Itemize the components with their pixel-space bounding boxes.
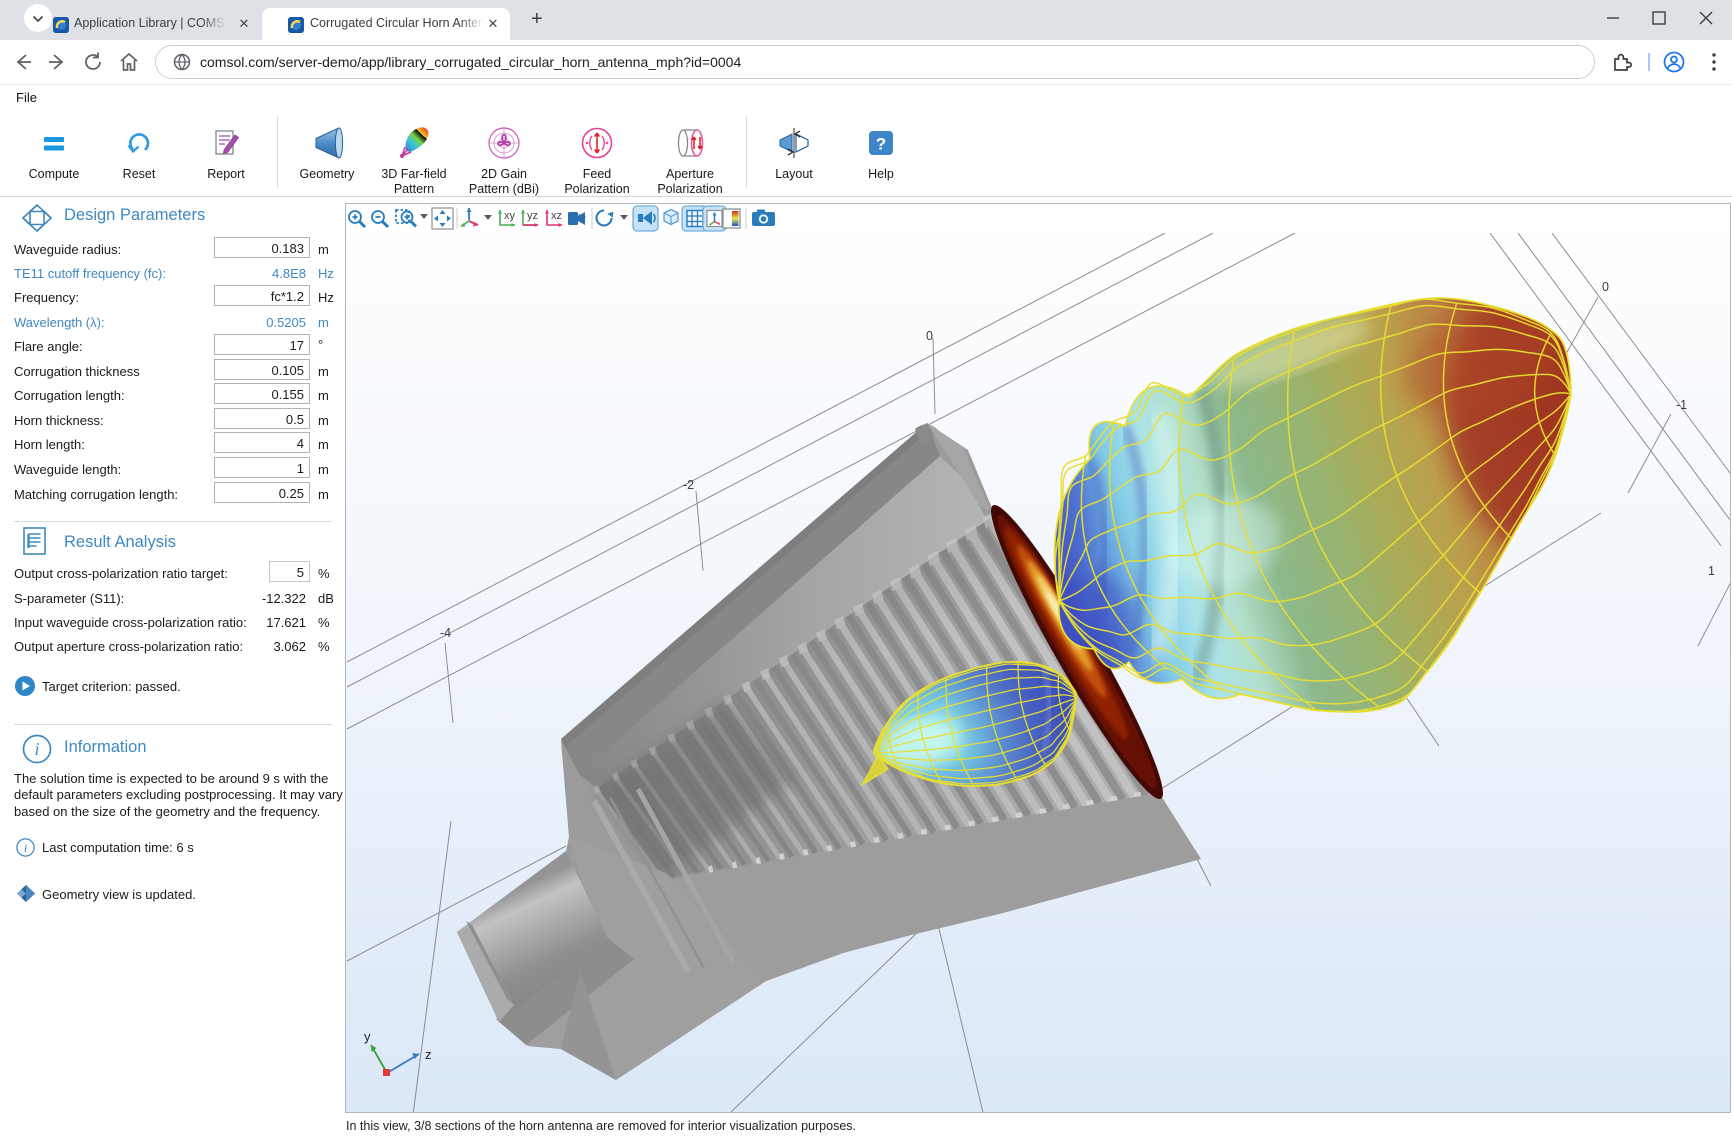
svg-text:z: z: [425, 1047, 432, 1062]
svg-text:i: i: [24, 841, 27, 855]
svg-text:xy: xy: [504, 210, 516, 222]
svg-text:-1: -1: [1676, 398, 1687, 412]
svg-text:i: i: [34, 739, 39, 759]
svg-text:0: 0: [926, 329, 933, 343]
svg-text:0: 0: [1602, 280, 1609, 294]
svg-text:?: ?: [876, 135, 886, 154]
svg-text:xz: xz: [551, 210, 562, 222]
svg-text:y: y: [364, 1029, 371, 1044]
svg-text:-2: -2: [683, 478, 694, 492]
svg-text:yz: yz: [527, 210, 538, 222]
svg-text:-4: -4: [440, 626, 451, 640]
svg-text:1: 1: [1708, 564, 1715, 578]
